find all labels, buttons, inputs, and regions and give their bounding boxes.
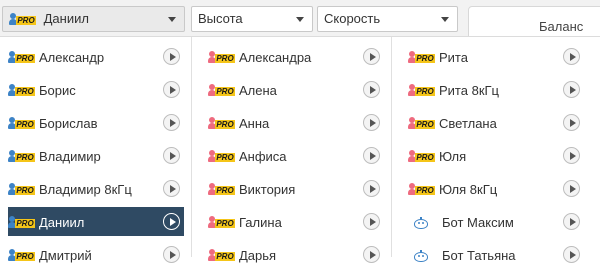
voice-option-label: Рита 8кГц: [439, 83, 499, 99]
voice-option[interactable]: PRO Даниил: [8, 207, 184, 236]
voice-option-label: Даниил: [39, 215, 85, 231]
voice-column-female: PRO Александра PRO Алена PRO Анна PRO Анфиса PRO…: [200, 37, 392, 263]
play-icon[interactable]: [563, 114, 580, 131]
voice-column-mixed: PRO Рита PRO Рита 8кГц PRO Светлана PRO Юля PRO Ю…: [400, 37, 592, 263]
play-icon[interactable]: [163, 246, 180, 263]
voice-option-label: Владимир: [39, 149, 101, 165]
toolbar: PRO Даниил Высота Скорость Баланс: [0, 0, 600, 42]
voice-option[interactable]: PRO Алена: [208, 75, 384, 104]
height-select-value: Высота: [198, 11, 243, 26]
chevron-down-icon: [168, 17, 176, 22]
play-icon[interactable]: [163, 114, 180, 131]
voice-option-label: Алена: [239, 83, 277, 99]
voice-option-label: Борис: [39, 83, 76, 99]
voice-option[interactable]: PRO Борис: [8, 75, 184, 104]
bot-icon: [414, 216, 428, 229]
pro-female-icon: PRO: [408, 83, 436, 98]
voice-option-label: Юля: [439, 149, 467, 165]
voice-option[interactable]: PRO Виктория: [208, 174, 384, 203]
pro-male-icon: PRO: [8, 215, 36, 230]
voice-option-label: Галина: [239, 215, 282, 231]
voice-option[interactable]: PRO Владимир 8кГц: [8, 174, 184, 203]
voice-option[interactable]: PRO Александр: [8, 42, 184, 71]
play-icon[interactable]: [563, 213, 580, 230]
pro-male-icon: PRO: [8, 50, 36, 65]
pro-female-icon: PRO: [208, 83, 236, 98]
voice-dropdown: PRO Александр PRO Борис PRO Борислав PRO Владим…: [0, 36, 600, 263]
voice-column-male: PRO Александр PRO Борис PRO Борислав PRO Владим…: [0, 37, 192, 263]
voice-option[interactable]: PRO Юля 8кГц: [408, 174, 584, 203]
play-icon[interactable]: [363, 180, 380, 197]
voice-option[interactable]: PRO Рита: [408, 42, 584, 71]
voice-select-value: Даниил: [43, 11, 89, 26]
play-icon[interactable]: [163, 180, 180, 197]
voice-option[interactable]: PRO Анна: [208, 108, 384, 137]
pro-male-icon: PRO: [8, 182, 36, 197]
play-icon[interactable]: [363, 114, 380, 131]
pro-male-icon: PRO: [8, 116, 36, 131]
voice-option[interactable]: PRO Анфиса: [208, 141, 384, 170]
voice-option[interactable]: PRO Светлана: [408, 108, 584, 137]
play-icon[interactable]: [163, 48, 180, 65]
play-icon[interactable]: [363, 147, 380, 164]
pro-female-icon: PRO: [208, 215, 236, 230]
play-icon[interactable]: [363, 246, 380, 263]
voice-option[interactable]: PRO Дмитрий: [8, 240, 184, 269]
play-icon[interactable]: [563, 81, 580, 98]
voice-option[interactable]: Бот Татьяна: [408, 240, 584, 269]
speed-select[interactable]: Скорость: [317, 6, 458, 32]
pro-male-icon: PRO: [8, 149, 36, 164]
play-icon[interactable]: [363, 81, 380, 98]
voice-option[interactable]: Бот Максим: [408, 207, 584, 236]
pro-male-icon: PRO: [9, 12, 37, 27]
speed-select-value: Скорость: [324, 11, 381, 26]
play-icon[interactable]: [163, 147, 180, 164]
play-icon[interactable]: [563, 48, 580, 65]
voice-option-label: Рита: [439, 50, 468, 66]
play-icon[interactable]: [363, 213, 380, 230]
voice-option[interactable]: PRO Владимир: [8, 141, 184, 170]
voice-option-label: Анна: [239, 116, 270, 132]
pro-female-icon: PRO: [208, 50, 236, 65]
voice-option-label: Бот Максим: [442, 215, 514, 231]
pro-female-icon: PRO: [208, 149, 236, 164]
pro-female-icon: PRO: [408, 149, 436, 164]
voice-option-label: Юля 8кГц: [439, 182, 498, 198]
height-select[interactable]: Высота: [191, 6, 313, 32]
voice-option[interactable]: PRO Галина: [208, 207, 384, 236]
voice-option[interactable]: PRO Юля: [408, 141, 584, 170]
play-icon[interactable]: [163, 81, 180, 98]
balance-label: Баланс: [539, 19, 584, 34]
voice-option-label: Владимир 8кГц: [39, 182, 132, 198]
voice-option-label: Виктория: [239, 182, 296, 198]
voice-option[interactable]: PRO Александра: [208, 42, 384, 71]
play-icon[interactable]: [163, 213, 180, 230]
play-icon[interactable]: [363, 48, 380, 65]
pro-female-icon: PRO: [408, 182, 436, 197]
chevron-down-icon: [296, 17, 304, 22]
play-icon[interactable]: [563, 246, 580, 263]
play-icon[interactable]: [563, 180, 580, 197]
pro-male-icon: PRO: [8, 83, 36, 98]
voice-option[interactable]: PRO Рита 8кГц: [408, 75, 584, 104]
voice-option[interactable]: PRO Дарья: [208, 240, 384, 269]
play-icon[interactable]: [563, 147, 580, 164]
voice-select[interactable]: PRO Даниил: [2, 6, 185, 32]
pro-female-icon: PRO: [408, 116, 436, 131]
pro-female-icon: PRO: [208, 182, 236, 197]
voice-option-label: Борислав: [39, 116, 98, 132]
pro-female-icon: PRO: [408, 50, 436, 65]
chevron-down-icon: [441, 17, 449, 22]
voice-option[interactable]: PRO Борислав: [8, 108, 184, 137]
voice-option-label: Александр: [39, 50, 105, 66]
pro-female-icon: PRO: [208, 116, 236, 131]
voice-option-label: Светлана: [439, 116, 497, 132]
voice-option-label: Анфиса: [239, 149, 287, 165]
voice-option-label: Александра: [239, 50, 312, 66]
